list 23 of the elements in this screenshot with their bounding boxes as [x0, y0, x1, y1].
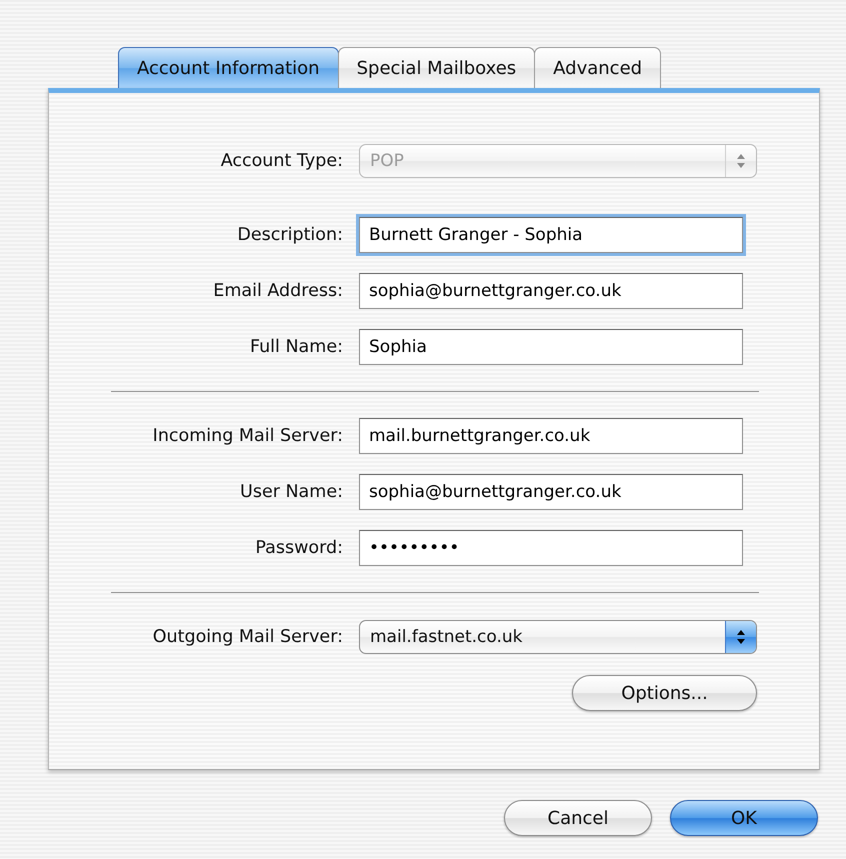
input-field[interactable]: Sophia	[359, 329, 743, 365]
input-field[interactable]: sophia@burnettgranger.co.uk	[359, 474, 743, 510]
field-label: Account Type:	[220, 151, 343, 171]
input-field[interactable]: sophia@burnettgranger.co.uk	[359, 273, 743, 309]
up-down-arrows-icon	[736, 153, 746, 169]
field-label: User Name:	[239, 482, 343, 502]
input-field[interactable]: Burnett Granger - Sophia	[359, 217, 743, 253]
field-label: Full Name:	[248, 337, 343, 357]
field-label: Incoming Mail Server:	[152, 426, 343, 446]
options-button[interactable]: Options...	[572, 675, 757, 711]
field-label: Password:	[254, 538, 343, 558]
field-label: Outgoing Mail Server:	[152, 627, 343, 647]
popup-menu[interactable]: mail.fastnet.co.uk	[359, 620, 757, 654]
tab[interactable]: Advanced	[534, 47, 662, 88]
field-label: Description:	[236, 225, 343, 245]
tab[interactable]: Account Information	[118, 47, 339, 88]
input-field[interactable]: mail.burnettgranger.co.uk	[359, 418, 743, 454]
input-field[interactable]: •••••••••	[359, 530, 743, 566]
up-down-arrows-icon	[736, 629, 746, 645]
field-label: Email Address:	[212, 281, 343, 301]
dialog-button[interactable]: Cancel	[504, 800, 652, 836]
dialog-button[interactable]: OK	[670, 800, 818, 836]
tab[interactable]: Special Mailboxes	[338, 47, 536, 88]
